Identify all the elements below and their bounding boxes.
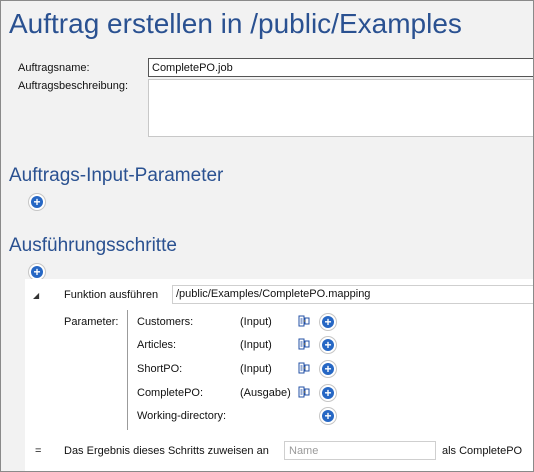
add-parameter-button-working-directory[interactable]: + (319, 407, 337, 425)
function-label: Funktion ausführen (64, 289, 159, 301)
execution-step-panel (25, 279, 533, 471)
add-parameter-button-shortpo[interactable]: + (319, 360, 337, 378)
parameter-mode-articles: (Input) (240, 339, 272, 351)
parameter-name-working-directory: Working-directory: (137, 410, 227, 422)
result-assign-label: Das Ergebnis dieses Schritts zuweisen an (64, 445, 269, 457)
job-description-textarea[interactable] (148, 79, 533, 137)
create-job-page: Auftrag erstellen in /public/Examples Au… (0, 0, 534, 472)
result-suffix-label: als CompletePO (442, 445, 523, 457)
parameters-divider (127, 310, 128, 430)
parameter-name-articles: Articles: (137, 339, 177, 351)
add-parameter-button-completepo[interactable]: + (319, 384, 337, 402)
parameter-name-customers: Customers: (137, 316, 194, 328)
function-path-field[interactable]: /public/Examples/CompletePO.mapping (172, 285, 533, 304)
parameter-mode-shortpo: (Input) (240, 363, 272, 375)
mapping-icon[interactable] (298, 362, 310, 374)
job-name-input[interactable] (148, 58, 533, 77)
mapping-icon[interactable] (298, 386, 310, 398)
result-name-input[interactable] (284, 441, 436, 460)
add-parameter-button-customers[interactable]: + (319, 313, 337, 331)
plus-circle-icon: + (322, 410, 334, 422)
plus-circle-icon: + (322, 387, 334, 399)
plus-circle-icon: + (322, 316, 334, 328)
job-name-label: Auftragsname: (18, 62, 90, 74)
job-description-label: Auftragsbeschreibung: (18, 80, 129, 92)
parameter-mode-customers: (Input) (240, 316, 272, 328)
plus-circle-icon: + (31, 196, 43, 208)
add-parameter-button-articles[interactable]: + (319, 336, 337, 354)
parameter-mode-completepo: (Ausgabe) (240, 387, 291, 399)
plus-circle-icon: + (322, 363, 334, 375)
execution-steps-heading: Ausführungsschritte (9, 235, 177, 256)
parameter-name-completepo: CompletePO: (137, 387, 204, 399)
plus-circle-icon: + (31, 266, 43, 278)
mapping-icon[interactable] (298, 315, 310, 327)
input-parameters-heading: Auftrags-Input-Parameter (9, 165, 224, 186)
parameters-label: Parameter: (64, 316, 119, 328)
mapping-icon[interactable] (298, 338, 310, 350)
equals-sign: = (35, 445, 42, 457)
plus-circle-icon: + (322, 339, 334, 351)
triangle-down-icon[interactable]: ◢ (33, 291, 39, 300)
add-input-parameter-button[interactable]: + (28, 193, 46, 211)
parameter-name-shortpo: ShortPO: (137, 363, 183, 375)
page-title: Auftrag erstellen in /public/Examples (9, 8, 462, 39)
